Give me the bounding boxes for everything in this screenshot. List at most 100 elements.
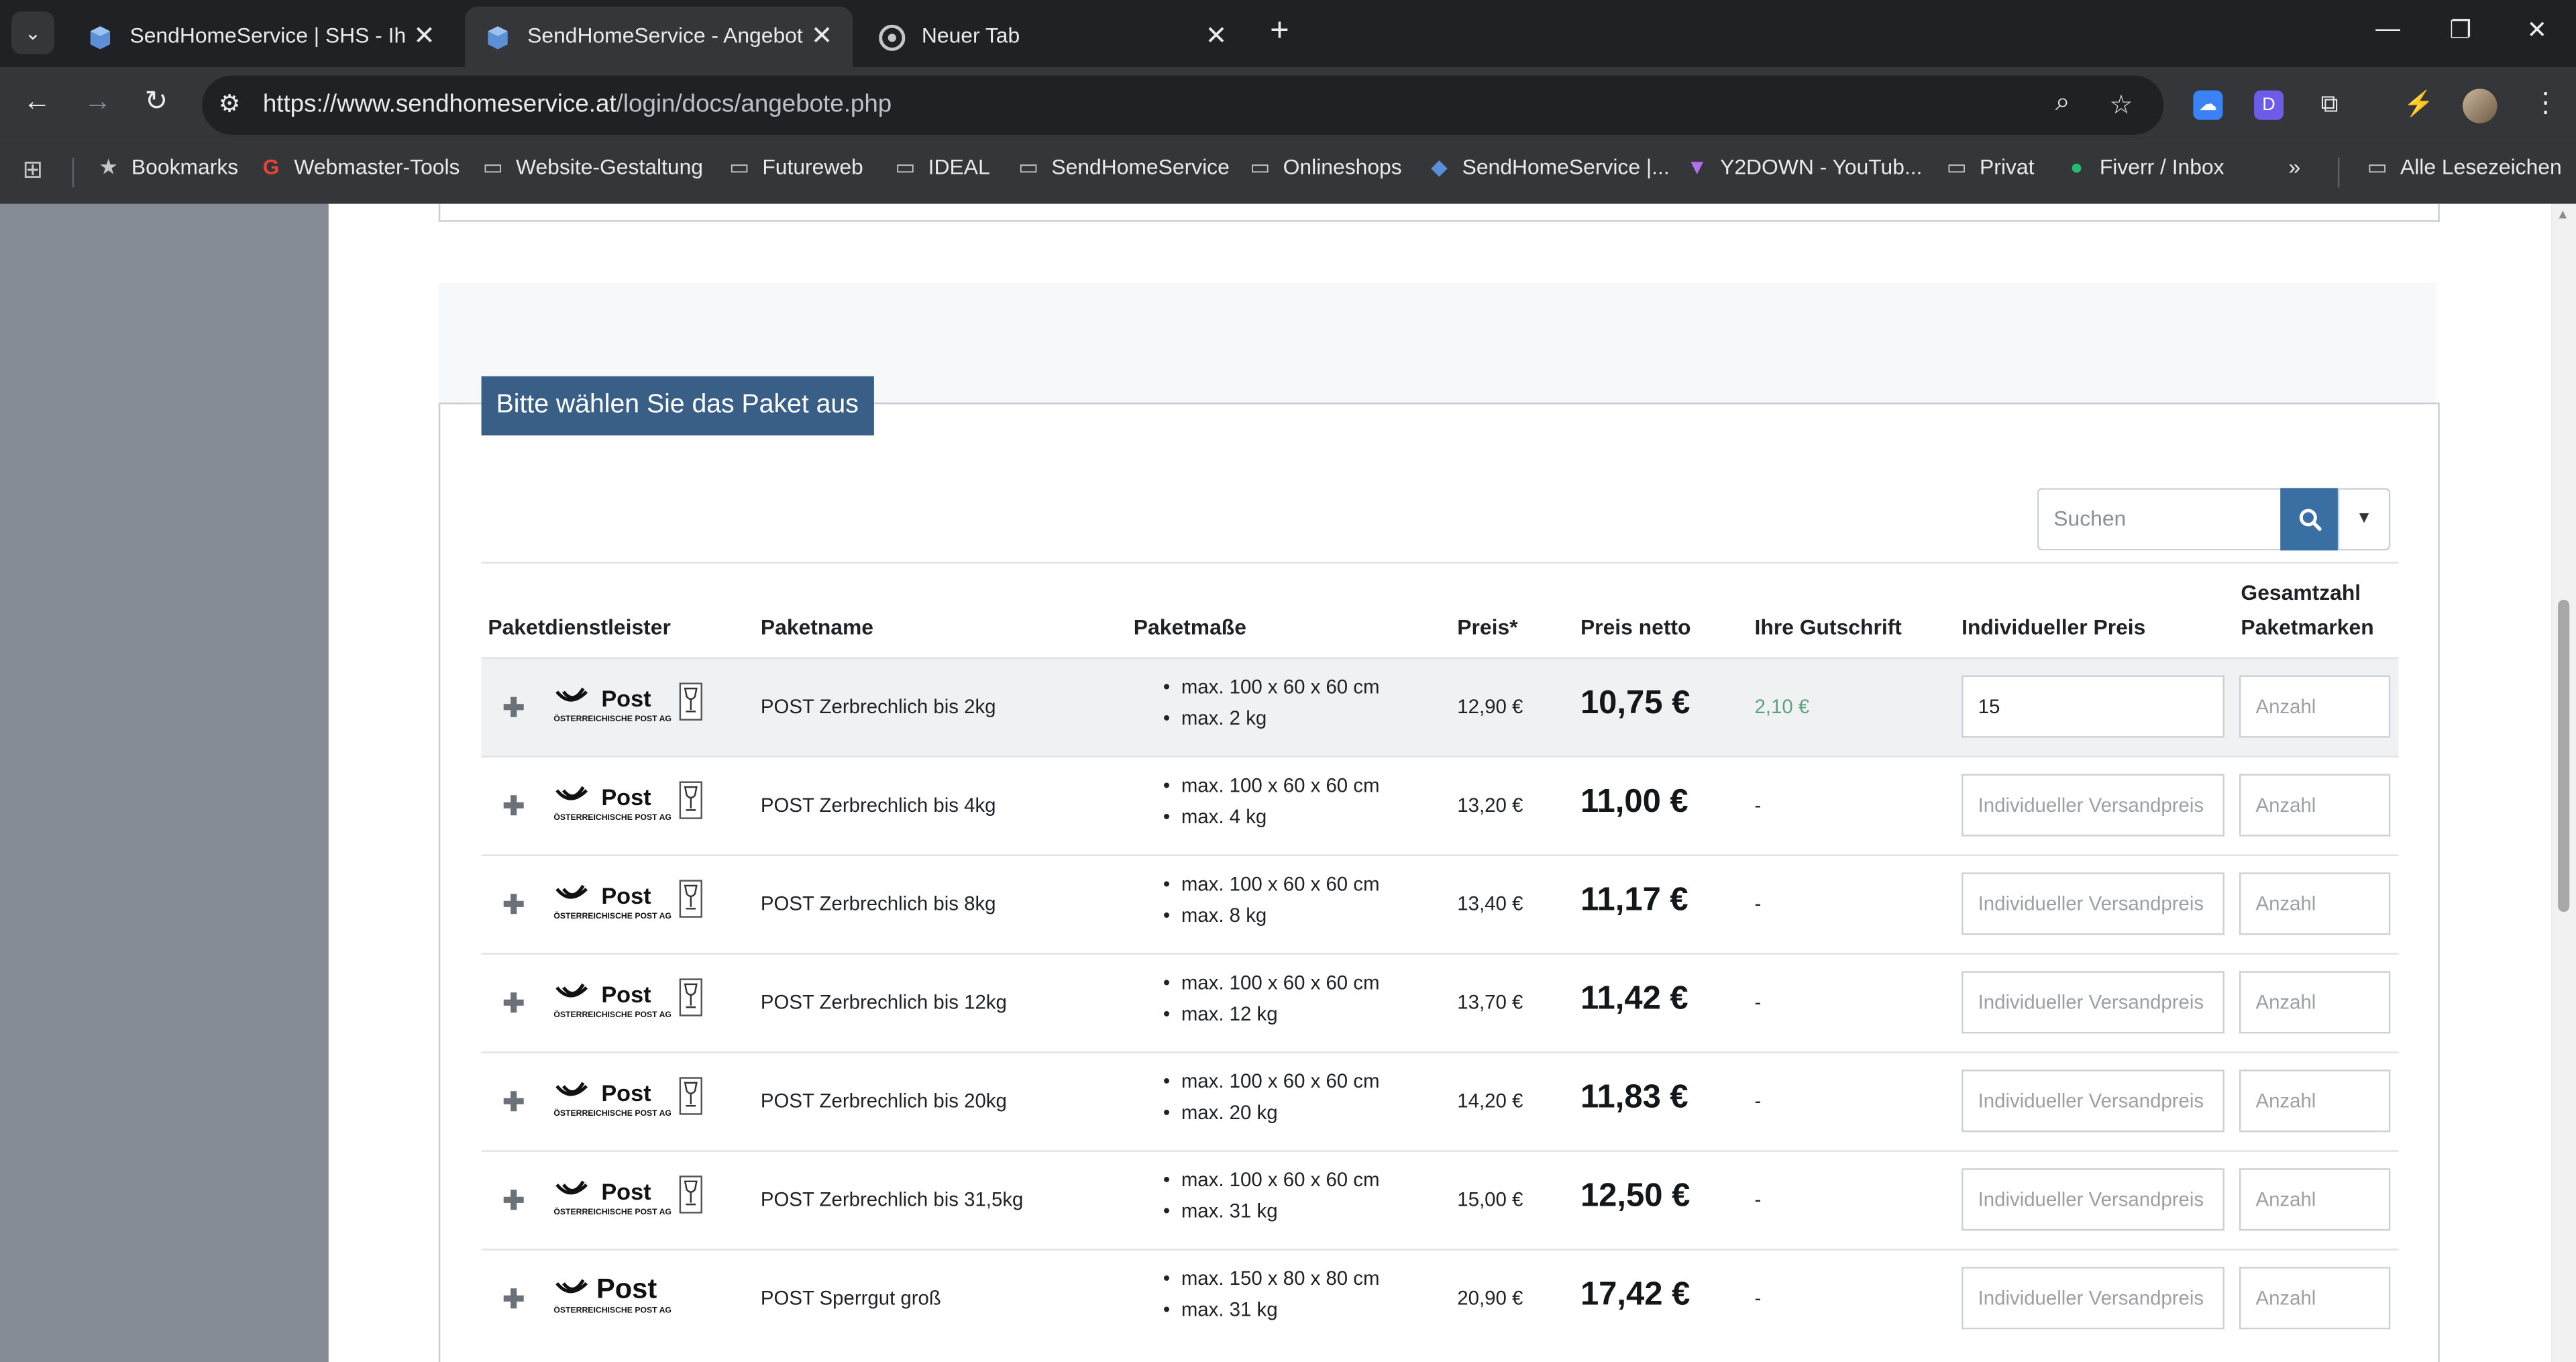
bookmark-folder[interactable]: ▭ IDEAL [892,154,989,180]
table-row[interactable]: ✚ Post ÖSTERREICHISCHE POST AG POST Zerbrec… [481,1150,2399,1249]
close-icon[interactable]: ✕ [1205,19,1228,52]
quantity-input[interactable]: Anzahl [2239,675,2391,738]
forward-arrow-icon[interactable]: → [84,85,112,118]
apps-grid-icon[interactable]: ⊞ [19,154,56,185]
quantity-input[interactable]: Anzahl [2239,971,2391,1034]
expand-plus-icon[interactable]: ✚ [502,889,525,922]
individual-price-input[interactable]: Individueller Versandpreis [1962,872,2224,935]
table-row[interactable]: ✚ Post ÖSTERREICHISCHE POST AG POST Sperrgu… [481,1249,2399,1347]
back-arrow-icon[interactable]: ← [23,85,51,118]
zoom-icon[interactable]: ⌕ [2055,89,2070,118]
all-bookmarks[interactable]: ▭ Alle Lesezeichen [2364,154,2562,180]
tab-sendhomeservice-home[interactable]: SendHomeService | SHS - Ihr pr ✕ [67,7,455,68]
search-button[interactable] [2280,488,2338,551]
logo-subtext: ÖSTERREICHISCHE POST AG [553,1108,672,1118]
logo-subtext: ÖSTERREICHISCHE POST AG [553,910,672,921]
expand-plus-icon[interactable]: ✚ [502,1086,525,1119]
minimize-icon[interactable]: — [2375,15,2400,43]
close-icon[interactable]: ✕ [413,19,435,52]
package-price-netto: 11,00 € [1580,784,1688,821]
d-extension-icon[interactable]: D [2254,90,2284,120]
tab-new[interactable]: Neuer Tab ✕ [859,7,1247,68]
search-input[interactable]: Suchen [2037,488,2294,551]
bookmark-folder[interactable]: ▭ Privat [1943,154,2035,180]
close-window-icon[interactable]: ✕ [2527,15,2548,44]
quantity-input[interactable]: Anzahl [2239,1168,2391,1231]
package-price: 13,40 € [1457,892,1523,916]
package-name: POST Zerbrechlich bis 12kg [760,990,1007,1014]
package-dimensions: max. 100 x 60 x 60 cmmax. 20 kg [1163,1066,1380,1129]
page-viewport: Bitte wählen Sie das Paket aus Suchen ▼ … [0,203,2576,1362]
performance-icon[interactable]: ⚡ [2404,91,2434,120]
package-credit: - [1754,1089,1762,1112]
individual-price-input[interactable]: Individueller Versandpreis [1962,971,2224,1034]
site-info-icon[interactable]: ⚙ [219,89,241,119]
package-price: 13,70 € [1457,990,1523,1014]
bookmark-item[interactable]: ▼ Y2DOWN - YouTub... [1684,154,1922,179]
bookmark-star-icon[interactable]: ☆ [2110,89,2133,121]
individual-price-input[interactable]: Individueller Versandpreis [1962,1267,2224,1330]
expand-plus-icon[interactable]: ✚ [502,988,525,1020]
dimension-weight: max. 8 kg [1163,900,1380,932]
column-header-name: Paketname [760,614,874,639]
restore-icon[interactable]: ❐ [2449,15,2471,44]
quantity-input[interactable]: Anzahl [2239,872,2391,935]
package-credit: - [1754,1188,1762,1211]
url-text[interactable]: https://www.sendhomeservice.at/login/doc… [263,91,892,119]
new-tab-button[interactable]: + [1270,13,1289,51]
caret-down-icon: ▼ [2355,509,2373,528]
avatar[interactable] [2463,89,2498,123]
reload-icon[interactable]: ↻ [145,85,168,118]
expand-plus-icon[interactable]: ✚ [502,692,525,725]
address-bar[interactable]: ⚙ https://www.sendhomeservice.at/login/d… [202,75,2164,135]
expand-plus-icon[interactable]: ✚ [502,790,525,823]
bookmark-folder[interactable]: ▭ Onlineshops [1247,154,1401,180]
individual-price-input[interactable]: Individueller Versandpreis [1962,1069,2224,1133]
search-icon [2298,509,2321,531]
bookmark-item[interactable]: ◆ SendHomeService |... [1426,154,1670,180]
quantity-input[interactable]: Anzahl [2239,1267,2391,1330]
table-row[interactable]: ✚ Post ÖSTERREICHISCHE POST AG POST Zerbrec… [481,657,2399,756]
bookmark-item[interactable]: ★ Bookmarks [95,154,238,180]
table-row[interactable]: ✚ Post ÖSTERREICHISCHE POST AG POST Zerbrec… [481,755,2399,855]
folder-icon: ▭ [1018,154,1039,179]
quantity-input[interactable]: Anzahl [2239,774,2391,837]
expand-plus-icon[interactable]: ✚ [502,1284,525,1316]
cube-icon: ◆ [1431,154,1448,179]
table-row[interactable]: ✚ Post ÖSTERREICHISCHE POST AG POST Zerbrec… [481,953,2399,1051]
package-price-netto: 11,83 € [1580,1079,1688,1116]
bookmark-item[interactable]: ● Fiverr / Inbox [2063,154,2224,179]
package-credit: - [1754,1286,1762,1310]
tab-angebot[interactable]: SendHomeService - Angebot ve ✕ [465,6,853,68]
scroll-up-arrow-icon[interactable]: ▲ [2557,207,2569,222]
cloud-extension-icon[interactable]: ☁ [2193,90,2223,120]
search-options-dropdown[interactable]: ▼ [2337,488,2391,551]
scrollbar-thumb[interactable] [2558,599,2570,912]
bookmark-folder[interactable]: ▭ Website-Gestaltung [480,154,703,180]
dimension-size: max. 150 x 80 x 80 cm [1163,1263,1380,1295]
section-legend: Bitte wählen Sie das Paket aus [481,376,873,435]
dimension-weight: max. 31 kg [1163,1295,1380,1326]
column-header-indiv: Individueller Preis [1962,614,2146,639]
quantity-input[interactable]: Anzahl [2239,1069,2391,1133]
close-icon[interactable]: ✕ [811,19,833,52]
logo-text: Post [601,1180,651,1205]
dimension-size: max. 100 x 60 x 60 cm [1163,1165,1380,1196]
individual-price-input[interactable]: 15 [1962,675,2224,738]
extensions-puzzle-icon[interactable]: ⧉ [2315,91,2345,120]
tab-search-button[interactable]: ⌄ [11,11,54,54]
table-row[interactable]: ✚ Post ÖSTERREICHISCHE POST AG POST Zerbrec… [481,1051,2399,1150]
chevron-more-icon[interactable]: » [2288,154,2300,179]
logo-subtext: ÖSTERREICHISCHE POST AG [553,1206,672,1216]
individual-price-input[interactable]: Individueller Versandpreis [1962,774,2224,837]
bookmark-folder[interactable]: ▭ Futureweb [726,154,863,180]
expand-plus-icon[interactable]: ✚ [502,1185,525,1218]
bookmark-item[interactable]: G Webmaster-Tools [258,154,460,179]
table-row[interactable]: ✚ Post ÖSTERREICHISCHE POST AG POST Zerbrec… [481,854,2399,953]
post-logo: PostÖSTERREICHISCHE POST AG [553,978,702,1019]
bookmark-folder[interactable]: ▭ SendHomeService [1015,154,1230,180]
page-scrollbar[interactable]: ▲ [2551,203,2576,1362]
package-dimensions: max. 100 x 60 x 60 cmmax. 4 kg [1163,771,1380,833]
individual-price-input[interactable]: Individueller Versandpreis [1962,1168,2224,1231]
menu-dots-icon[interactable]: ⋮ [2532,87,2560,120]
